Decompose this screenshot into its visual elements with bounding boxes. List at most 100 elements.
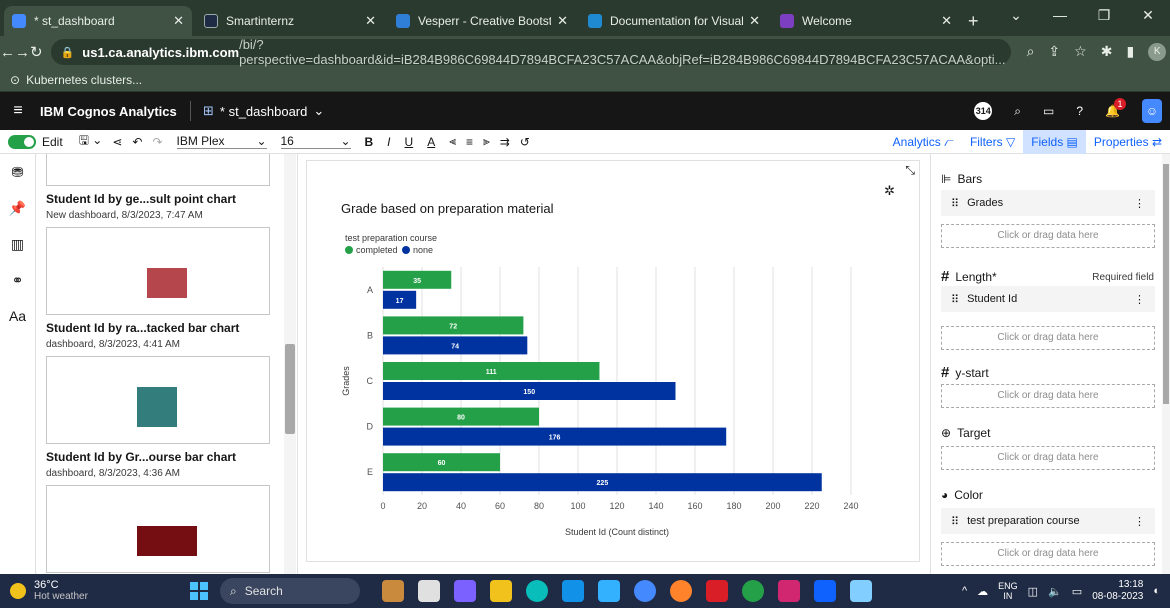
- hamburger-menu-icon[interactable]: ≡: [0, 102, 36, 120]
- text-widget-icon[interactable]: Aa: [0, 298, 35, 334]
- volume-icon[interactable]: 🔈: [1048, 585, 1062, 598]
- forward-icon[interactable]: →: [15, 44, 30, 61]
- share-icon[interactable]: ⋖: [112, 135, 122, 149]
- back-icon[interactable]: ←: [0, 44, 15, 61]
- url-input[interactable]: 🔒 us1.ca.analytics.ibm.com /bi/?perspect…: [50, 37, 1011, 67]
- windows-start-icon[interactable]: [190, 582, 208, 600]
- font-family-select[interactable]: IBM Plex ⌄: [176, 134, 267, 149]
- reload-icon[interactable]: ↻: [30, 43, 43, 61]
- maximize-icon[interactable]: ❐: [1082, 0, 1126, 32]
- color-field-chip[interactable]: ⠿ test preparation course ⋮: [941, 508, 1155, 534]
- explore-icon[interactable]: ⚭: [0, 262, 35, 298]
- edge-icon[interactable]: [526, 580, 548, 602]
- visualizations-icon[interactable]: ▥: [0, 226, 35, 262]
- tray-overflow-icon[interactable]: ^: [962, 585, 967, 597]
- close-tab-icon[interactable]: ✕: [173, 13, 184, 29]
- close-tab-icon[interactable]: ✕: [365, 13, 376, 29]
- pinned-card-title[interactable]: Student Id by ra...tacked bar chart: [46, 321, 297, 335]
- target-drop-zone[interactable]: Click or drag data here: [941, 446, 1155, 470]
- share-icon[interactable]: ⇪: [1048, 43, 1060, 61]
- zoom-icon[interactable]: ⌕: [1027, 43, 1035, 61]
- fields-panel-scrollbar[interactable]: [1162, 154, 1170, 574]
- notification-center-icon[interactable]: ◐: [1153, 585, 1160, 597]
- chat-app-icon[interactable]: [454, 580, 476, 602]
- properties-button[interactable]: Properties ⇄: [1086, 130, 1170, 154]
- underline-icon[interactable]: U: [405, 135, 414, 149]
- dashboard-switcher[interactable]: ⊞ * st_dashboard ⌄: [203, 103, 324, 119]
- profile-avatar[interactable]: K: [1148, 43, 1167, 61]
- save-icon[interactable]: 🖫 ⌄: [79, 131, 103, 152]
- bold-icon[interactable]: B: [365, 135, 374, 149]
- clock[interactable]: 13:18 08-08-2023: [1092, 579, 1143, 603]
- align-left-icon[interactable]: ⫷: [449, 134, 456, 149]
- tab-st-dashboard[interactable]: * st_dashboard ✕: [4, 6, 192, 36]
- edit-toggle[interactable]: [8, 134, 36, 149]
- pinned-card-title[interactable]: Student Id by Gr...ourse bar chart: [46, 450, 297, 464]
- length-field-chip[interactable]: ⠿ Student Id ⋮: [941, 286, 1155, 312]
- powerpoint-icon[interactable]: [778, 580, 800, 602]
- network-icon[interactable]: ◫: [1028, 585, 1038, 598]
- pinned-panel-scrollbar[interactable]: [284, 154, 296, 574]
- close-tab-icon[interactable]: ✕: [557, 13, 568, 29]
- sources-icon[interactable]: ⛃: [0, 154, 35, 190]
- new-tab-button[interactable]: +: [968, 6, 979, 36]
- tab-smartinternz[interactable]: Smartinternz ✕: [196, 6, 384, 36]
- align-right-icon[interactable]: ⫸: [483, 134, 490, 149]
- paint-icon[interactable]: [850, 580, 872, 602]
- assistant-icon[interactable]: ▭: [1043, 104, 1054, 118]
- minimize-icon[interactable]: —: [1038, 0, 1082, 32]
- firefox-icon[interactable]: [670, 580, 692, 602]
- pinned-card-title[interactable]: Student Id by ge...sult point chart: [46, 192, 297, 206]
- pinned-thumbnail[interactable]: [46, 227, 270, 315]
- task-view-icon[interactable]: [418, 580, 440, 602]
- filters-button[interactable]: Filters ▽: [962, 130, 1023, 154]
- onedrive-icon[interactable]: ☁: [977, 585, 988, 598]
- bookmark-kubernetes[interactable]: Kubernetes clusters...: [26, 73, 142, 87]
- bookmark-star-icon[interactable]: ☆: [1074, 43, 1087, 61]
- search-icon[interactable]: ⌕: [1014, 104, 1021, 119]
- undo-icon[interactable]: ↶: [132, 135, 142, 149]
- italic-icon[interactable]: I: [387, 135, 390, 149]
- ystart-drop-zone[interactable]: Click or drag data here: [941, 384, 1155, 408]
- more-options-icon[interactable]: ⋮: [1134, 197, 1145, 210]
- align-center-icon[interactable]: ≡: [466, 135, 473, 149]
- store-icon[interactable]: [562, 580, 584, 602]
- scrollbar-thumb[interactable]: [1163, 164, 1169, 404]
- pinned-thumbnail[interactable]: [46, 485, 270, 573]
- sidebar-icon[interactable]: ▮: [1126, 43, 1134, 61]
- firefox-dev-icon[interactable]: [634, 580, 656, 602]
- close-window-icon[interactable]: ✕: [1126, 0, 1170, 32]
- capacity-badge[interactable]: 314: [974, 102, 993, 120]
- redo-icon[interactable]: ↷: [152, 135, 162, 149]
- tab-vesperr[interactable]: Vesperr - Creative Bootstrap ✕: [388, 6, 576, 36]
- tab-search-icon[interactable]: ⌄: [994, 0, 1038, 32]
- file-explorer-icon[interactable]: [490, 580, 512, 602]
- more-options-icon[interactable]: ⋮: [1134, 515, 1145, 528]
- text-color-icon[interactable]: A: [427, 135, 435, 149]
- length-drop-zone[interactable]: Click or drag data here: [941, 326, 1155, 350]
- tab-welcome[interactable]: Welcome ✕: [772, 6, 960, 36]
- reset-icon[interactable]: ↺: [520, 135, 530, 149]
- pinned-thumbnail[interactable]: [46, 356, 270, 444]
- user-icon[interactable]: ☺: [1142, 99, 1162, 123]
- taskbar-search[interactable]: ⌕ Search: [220, 578, 360, 604]
- bars-drop-zone[interactable]: Click or drag data here: [941, 224, 1155, 248]
- color-drop-zone[interactable]: Click or drag data here: [941, 542, 1155, 566]
- notifications-icon[interactable]: 🔔 1: [1105, 98, 1126, 118]
- battery-icon[interactable]: ▭: [1072, 585, 1082, 598]
- scrollbar-thumb[interactable]: [285, 344, 295, 434]
- analytics-button[interactable]: Analytics ⦧: [885, 130, 962, 154]
- pocket-icon[interactable]: [706, 580, 728, 602]
- fields-button[interactable]: Fields ▤: [1023, 130, 1086, 154]
- bars-field-chip[interactable]: ⠿ Grades ⋮: [941, 190, 1155, 216]
- help-icon[interactable]: ?: [1076, 104, 1083, 118]
- chrome-icon[interactable]: [742, 580, 764, 602]
- wrap-icon[interactable]: ⇉: [500, 135, 510, 149]
- photos-icon[interactable]: [598, 580, 620, 602]
- language-indicator[interactable]: ENG IN: [998, 581, 1018, 601]
- extensions-icon[interactable]: ✱: [1101, 43, 1113, 61]
- chart-widget[interactable]: ⤡ ✲ Grade based on preparation material …: [306, 160, 920, 562]
- cat-app-icon[interactable]: [382, 580, 404, 602]
- more-options-icon[interactable]: ⋮: [1134, 293, 1145, 306]
- weather-widget[interactable]: 36°C Hot weather: [10, 579, 190, 603]
